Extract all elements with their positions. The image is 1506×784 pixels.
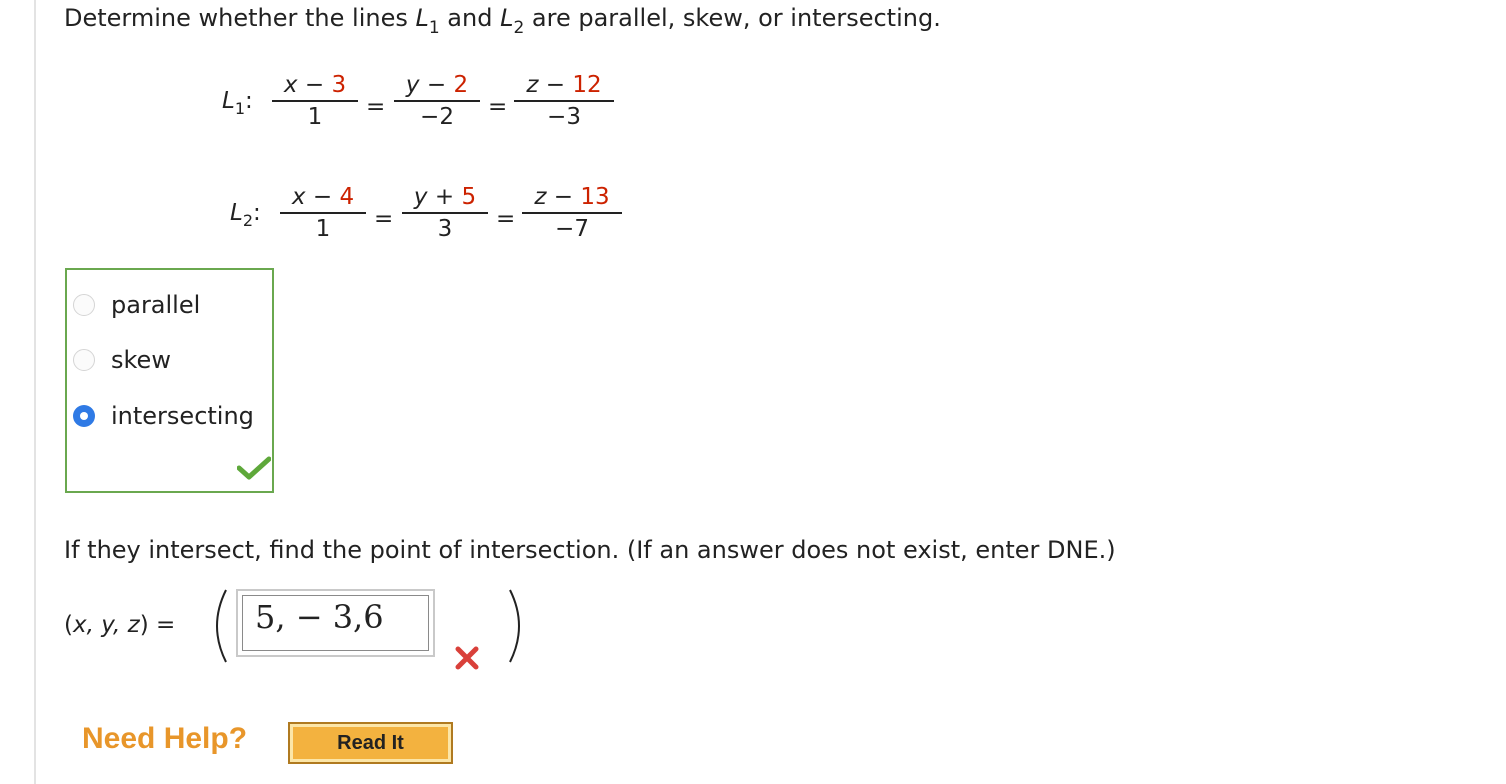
choice-intersecting[interactable]: intersecting xyxy=(73,401,254,431)
l2-fraction-y: y + 5 3 xyxy=(402,184,488,242)
l1-label: L1: xyxy=(222,88,253,118)
left-margin-rule xyxy=(34,0,36,784)
l1-subscript: 1 xyxy=(428,18,440,38)
l1-equals-1: = xyxy=(366,94,386,120)
l1-fraction-z: z − 12 −3 xyxy=(514,72,614,130)
question-text: Determine whether the lines L1 and L2 ar… xyxy=(64,4,941,37)
l1-equals-2: = xyxy=(488,94,508,120)
radio-intersecting-selected[interactable] xyxy=(73,405,95,427)
x-mark-icon xyxy=(455,646,479,670)
need-help-label: Need Help? xyxy=(82,722,248,755)
choice-label-skew: skew xyxy=(111,346,171,374)
right-paren-icon xyxy=(509,589,520,663)
l2-fraction-z: z − 13 −7 xyxy=(522,184,622,242)
answer-input[interactable]: 5, − 3,6 xyxy=(242,595,429,651)
answer-label: (x, y, z) = xyxy=(64,612,176,638)
read-it-button[interactable]: Read It xyxy=(288,722,453,764)
answer-input-box[interactable]: 5, − 3,6 xyxy=(236,589,435,657)
choice-skew[interactable]: skew xyxy=(73,345,171,375)
checkmark-icon xyxy=(237,456,271,480)
choice-label-parallel: parallel xyxy=(111,291,201,319)
choice-parallel[interactable]: parallel xyxy=(73,290,200,320)
l2-fraction-x: x − 4 1 xyxy=(280,184,366,242)
question-middle: and xyxy=(439,4,501,32)
l2-label: L2: xyxy=(230,200,261,230)
l2-equals-1: = xyxy=(374,206,394,232)
l1-letter: L xyxy=(415,4,429,32)
radio-skew[interactable] xyxy=(73,349,95,371)
question-prefix: Determine whether the lines xyxy=(64,4,416,32)
answer-choices-box: parallel skew intersecting xyxy=(65,268,274,493)
l2-letter: L xyxy=(500,4,514,32)
question-suffix: are parallel, skew, or intersecting. xyxy=(524,4,941,32)
radio-parallel[interactable] xyxy=(73,294,95,316)
sub-question-text: If they intersect, find the point of int… xyxy=(64,536,1116,564)
l1-fraction-y: y − 2 −2 xyxy=(394,72,480,130)
answer-row: (x, y, z) = 5, − 3,6 xyxy=(64,586,584,670)
l2-subscript: 2 xyxy=(513,18,525,38)
left-paren-icon xyxy=(216,589,227,663)
l1-fraction-x: x − 3 1 xyxy=(272,72,358,130)
choice-label-intersecting: intersecting xyxy=(111,402,254,430)
l2-equals-2: = xyxy=(496,206,516,232)
